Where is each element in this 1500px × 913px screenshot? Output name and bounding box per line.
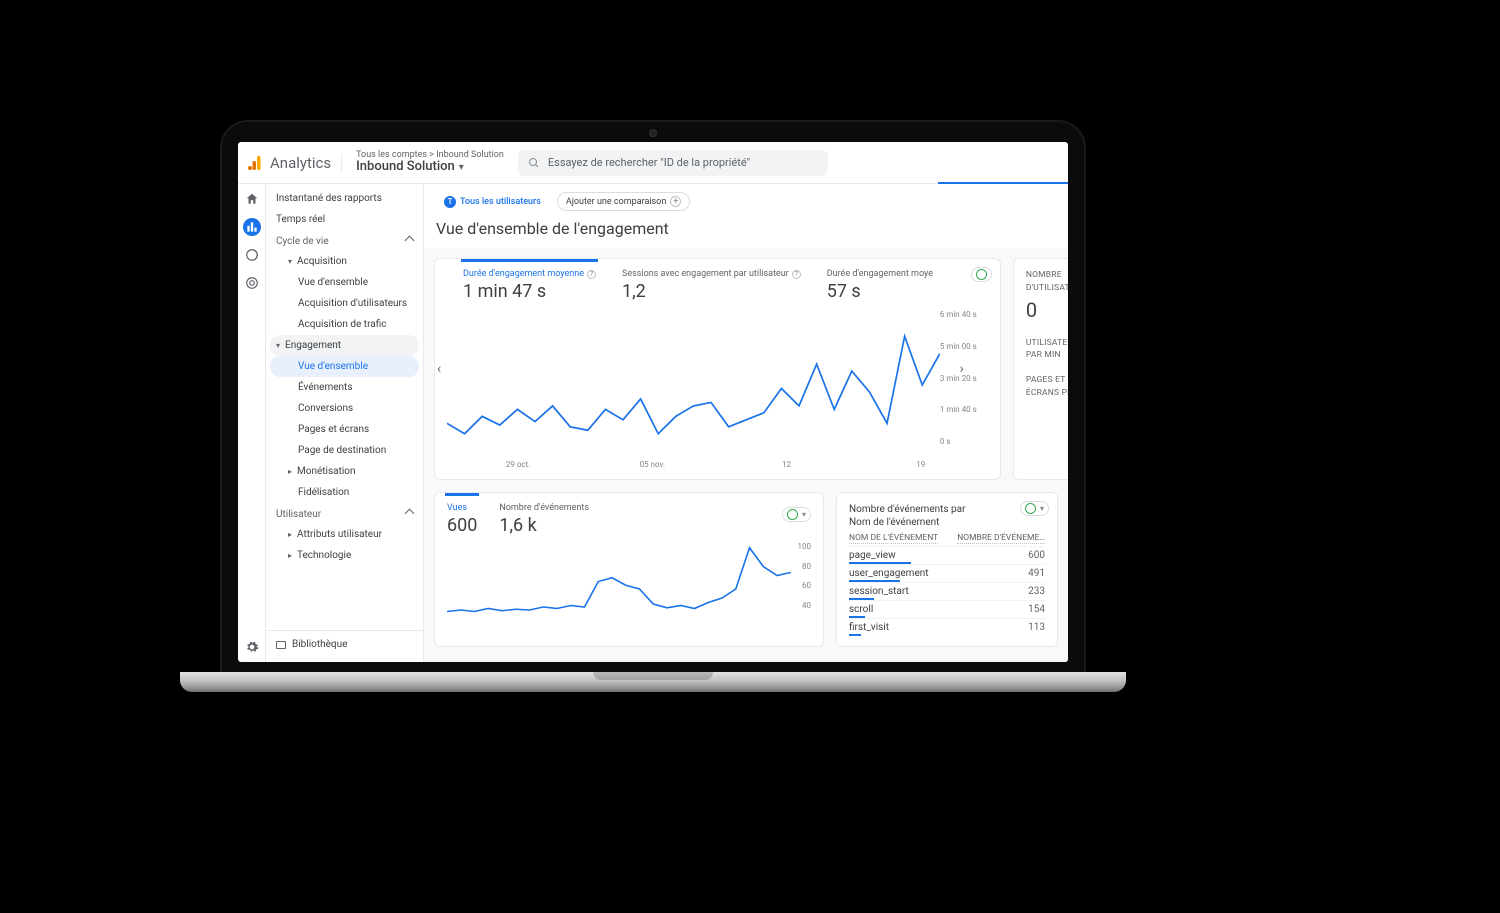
- y-axis: 6 min 40 s 5 min 00 s 3 min 20 s 1 min 4…: [940, 310, 988, 460]
- sidebar-item-pages[interactable]: Pages et écrans: [266, 419, 423, 440]
- explore-icon[interactable]: [243, 246, 261, 264]
- product-name: Analytics: [270, 154, 331, 172]
- metric-engaged-sessions[interactable]: Sessions avec engagement par utilisateur…: [622, 269, 801, 302]
- segment-icon: T: [444, 196, 456, 208]
- nav-rail: [238, 184, 266, 662]
- metric-views[interactable]: Vues 600: [447, 503, 477, 536]
- sidebar-item-retention[interactable]: Fidélisation: [266, 482, 423, 503]
- metric-avg-engagement[interactable]: Durée d'engagement moyenne? 1 min 47 s: [463, 269, 596, 302]
- table-row[interactable]: first_visit113: [849, 618, 1045, 636]
- sidebar-item-events[interactable]: Événements: [266, 377, 423, 398]
- sidebar-item-acq-overview[interactable]: Vue d'ensemble: [266, 272, 423, 293]
- views-line-chart: [447, 542, 811, 622]
- search-input[interactable]: Essayez de rechercher "ID de la propriét…: [518, 150, 828, 176]
- engagement-line-chart: [447, 310, 940, 460]
- sidebar-item-library[interactable]: Bibliothèque: [266, 630, 423, 658]
- property-name: Inbound Solution ▾: [356, 160, 504, 175]
- chevron-up-icon: [406, 236, 413, 247]
- sidebar-item-conversions[interactable]: Conversions: [266, 398, 423, 419]
- sidebar-item-monetisation[interactable]: Monétisation: [266, 461, 423, 482]
- realtime-card: NOMBRE D'UTILISATEUR 0 UTILISATEURS PAR …: [1013, 258, 1068, 480]
- x-axis: 29 oct. 05 nov. 12 19: [447, 460, 988, 469]
- sidebar-item-acq-traffic[interactable]: Acquisition de trafic: [266, 314, 423, 335]
- table-row[interactable]: user_engagement491: [849, 564, 1045, 582]
- sidebar-item-snapshot[interactable]: Instantané des rapports: [266, 188, 423, 209]
- sidebar-section-user[interactable]: Utilisateur: [266, 503, 423, 524]
- metric-event-count[interactable]: Nombre d'événements 1,6 k: [499, 503, 589, 536]
- card-options[interactable]: ▾: [782, 507, 811, 522]
- y-axis-mini: 100 80 60 40: [791, 542, 811, 610]
- sidebar-item-acquisition[interactable]: Acquisition: [266, 251, 423, 272]
- table-header: NOM DE L'ÉVÉNEMENTNOMBRE D'ÉVÉNEME…: [849, 529, 1045, 546]
- sidebar-item-tech[interactable]: Technologie: [266, 545, 423, 566]
- users-count-value: 0: [1026, 295, 1068, 325]
- sidebar-item-eng-overview[interactable]: Vue d'ensemble: [270, 356, 419, 377]
- help-icon: ?: [792, 270, 801, 279]
- metric-avg-time[interactable]: Durée d'engagement moye 57 s: [827, 269, 933, 302]
- comparison-bar: T Tous les utilisateurs Ajouter une comp…: [424, 184, 1068, 219]
- sidebar-item-acq-users[interactable]: Acquisition d'utilisateurs: [266, 293, 423, 314]
- chevron-left-icon[interactable]: ‹: [437, 361, 441, 377]
- check-icon: [787, 509, 798, 520]
- top-bar: Analytics Tous les comptes > Inbound Sol…: [238, 142, 1068, 184]
- events-table-card: ▾ Nombre d'événements par Nom de l'événe…: [836, 492, 1058, 647]
- chip-all-users[interactable]: T Tous les utilisateurs: [436, 193, 549, 211]
- engagement-chart-card: ‹ › Durée d'engagement moyenne? 1 min 47…: [434, 258, 1001, 480]
- users-count-label: NOMBRE D'UTILISATEUR: [1026, 269, 1068, 295]
- table-row[interactable]: session_start233: [849, 582, 1045, 600]
- table-row[interactable]: page_view600: [849, 546, 1045, 564]
- page-title: Vue d'ensemble de l'engagement: [424, 219, 1068, 248]
- pages-label: PAGES ET ÉCRANS PR: [1026, 374, 1068, 400]
- plus-icon: +: [670, 196, 681, 207]
- sidebar-item-user-attrs[interactable]: Attributs utilisateur: [266, 524, 423, 545]
- chevron-up-icon: [406, 509, 413, 520]
- sidebar-item-landing[interactable]: Page de destination: [266, 440, 423, 461]
- search-placeholder: Essayez de rechercher "ID de la propriét…: [548, 156, 750, 169]
- sidebar: Instantané des rapports Temps réel Cycle…: [266, 184, 424, 662]
- users-per-min-label: UTILISATEURS PAR MIN: [1026, 337, 1068, 363]
- analytics-logo-icon: [246, 154, 264, 172]
- views-chart-card: Vues 600 Nombre d'événements 1,6 k ▾: [434, 492, 824, 647]
- gear-icon[interactable]: [243, 638, 261, 656]
- product-logo: Analytics: [246, 154, 342, 172]
- chip-add-comparison[interactable]: Ajouter une comparaison +: [557, 192, 690, 211]
- chevron-down-icon: ▾: [459, 162, 464, 174]
- reports-icon[interactable]: [243, 218, 261, 236]
- search-icon: [528, 157, 540, 169]
- table-title-line2: Nom de l'événement: [849, 517, 939, 528]
- check-icon: [1025, 503, 1036, 514]
- home-icon[interactable]: [243, 190, 261, 208]
- advertising-icon[interactable]: [243, 274, 261, 292]
- table-row[interactable]: scroll154: [849, 600, 1045, 618]
- main-content: T Tous les utilisateurs Ajouter une comp…: [424, 184, 1068, 662]
- table-title-line1: Nombre d'événements par: [849, 504, 966, 515]
- chevron-right-icon[interactable]: ›: [960, 361, 964, 377]
- sidebar-item-realtime[interactable]: Temps réel: [266, 209, 423, 230]
- help-icon: ?: [587, 270, 596, 279]
- card-options[interactable]: ▾: [1020, 501, 1049, 516]
- sidebar-section-lifecycle[interactable]: Cycle de vie: [266, 230, 423, 251]
- account-picker[interactable]: Tous les comptes > Inbound Solution Inbo…: [350, 150, 510, 175]
- library-icon: [276, 641, 286, 649]
- sidebar-item-engagement[interactable]: Engagement: [270, 335, 419, 356]
